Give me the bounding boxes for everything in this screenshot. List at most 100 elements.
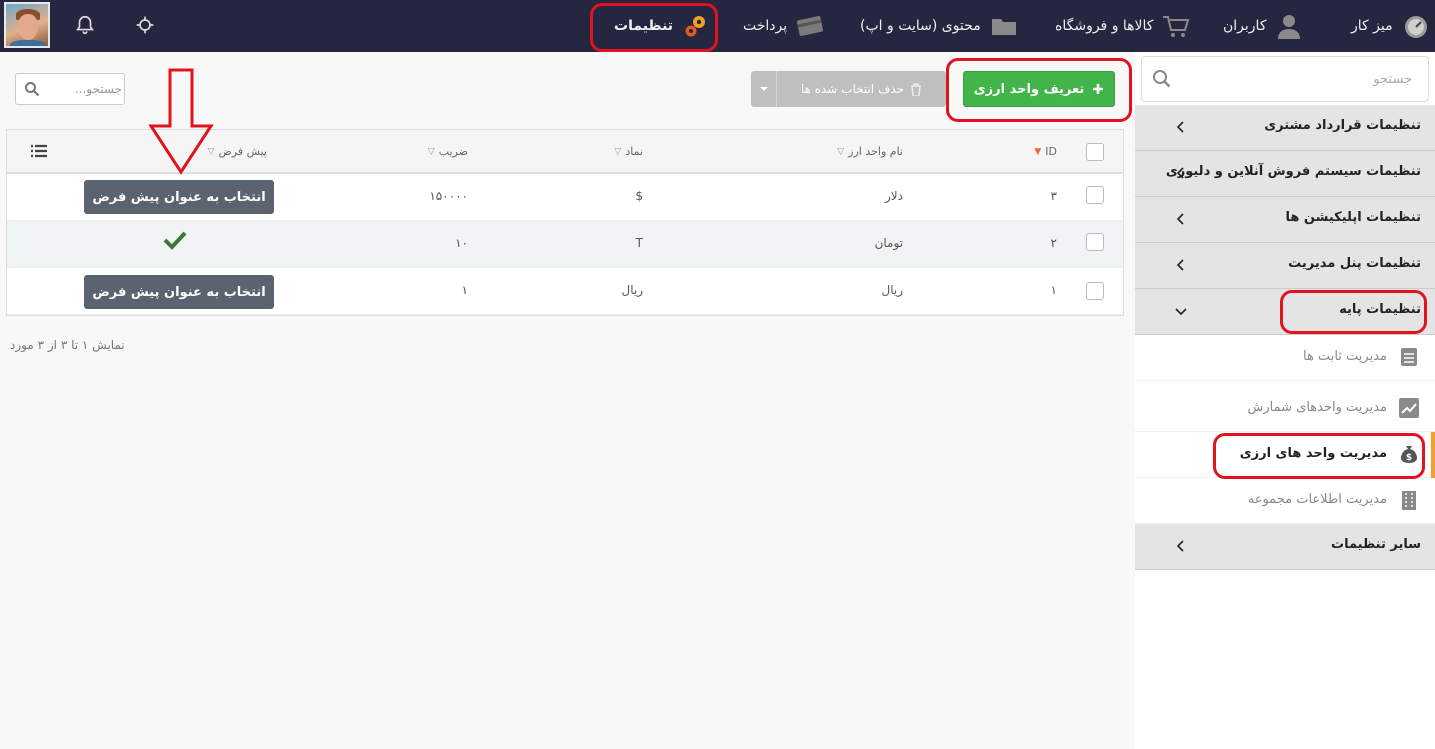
sidebar-item-label: مدیریت اطلاعات مجموعه <box>1247 492 1387 507</box>
nav-label: محتوی (سایت و اپ) <box>860 18 981 34</box>
table-search <box>15 73 125 105</box>
avatar-face <box>18 14 38 40</box>
cell-symbol: T <box>635 236 643 250</box>
sidebar-group-label: تنظیمات پنل مدیریت <box>1288 256 1421 271</box>
col-header-label: پیش فرض <box>218 145 267 158</box>
row-checkbox[interactable] <box>1086 186 1104 204</box>
sidebar-item-label: مدیریت ثابت ها <box>1302 349 1387 364</box>
caret-down-icon <box>759 87 768 91</box>
column-list-icon[interactable] <box>31 144 47 158</box>
building-icon <box>1402 491 1416 510</box>
chevron-down-icon <box>1175 308 1187 316</box>
cell-factor: ۱ <box>461 283 468 297</box>
chart-line-icon <box>1399 398 1419 418</box>
table-search-input[interactable] <box>46 74 122 104</box>
col-header-label: نام واحد ارز <box>848 145 903 158</box>
highlight-box <box>1280 290 1427 334</box>
row-checkbox[interactable] <box>1086 282 1104 300</box>
nav-label: پرداخت <box>743 18 788 34</box>
sort-icon: ▽ <box>614 146 622 157</box>
table-row[interactable]: ۳ دلار $ ۱۵۰۰۰۰ انتخاب به عنوان پیش فرض <box>7 174 1123 221</box>
table-row[interactable]: ۲ تومان T ۱۰ <box>7 221 1123 268</box>
highlight-box <box>946 58 1132 122</box>
default-check-icon <box>163 231 187 250</box>
crosshair-icon[interactable] <box>131 11 159 39</box>
col-header-name[interactable]: نام واحد ارز ▽ <box>837 145 903 158</box>
delete-selected-label: حذف انتخاب شده ها <box>800 82 905 96</box>
sidebar-group-applications[interactable]: تنظیمات اپلیکیشن ها <box>1135 197 1435 243</box>
cell-id: ۳ <box>1050 189 1057 203</box>
cell-name: ریال <box>881 283 903 297</box>
sidebar-item-constants[interactable]: مدیریت ثابت ها <box>1135 335 1435 381</box>
sidebar-group-label: تنظیمات قرارداد مشتری <box>1264 118 1421 133</box>
col-header-id[interactable]: ID ▼ <box>1034 145 1057 158</box>
nav-label: میز کار <box>1351 18 1393 34</box>
sidebar-group-label: تنظیمات اپلیکیشن ها <box>1285 210 1421 225</box>
col-header-label: ID <box>1045 145 1057 158</box>
chevron-left-icon <box>1176 213 1184 225</box>
select-all-checkbox[interactable] <box>1086 143 1104 161</box>
highlight-box <box>1213 433 1425 479</box>
sidebar-group-other-settings[interactable]: سایر تنظیمات <box>1135 524 1435 570</box>
sort-desc-icon: ▼ <box>1034 146 1042 157</box>
cell-symbol: $ <box>635 189 643 203</box>
cell-name: تومان <box>874 236 903 250</box>
sidebar-group-customer-contract[interactable]: تنظیمات قرارداد مشتری <box>1135 105 1435 151</box>
sidebar-group-label: تنظیمات سیستم فروش آنلاین و دلیوری <box>1165 164 1421 179</box>
sort-icon: ▽ <box>837 146 845 157</box>
trash-icon <box>911 82 922 96</box>
delete-dropdown-toggle[interactable] <box>751 71 777 107</box>
settings-sidebar: تنظیمات قرارداد مشتری تنظیمات سیستم فروش… <box>1135 52 1435 749</box>
cell-id: ۱ <box>1050 283 1057 297</box>
sidebar-group-online-sales[interactable]: تنظیمات سیستم فروش آنلاین و دلیوری <box>1135 151 1435 197</box>
sidebar-search-input[interactable] <box>1176 57 1424 101</box>
nav-label: کاربران <box>1223 18 1267 34</box>
table-info: نمایش ۱ تا ۳ از ۳ مورد <box>10 338 125 352</box>
cell-name: دلار <box>885 189 903 203</box>
cell-factor: ۱۰ <box>455 236 468 250</box>
sidebar-item-organization-info[interactable]: مدیریت اطلاعات مجموعه <box>1135 478 1435 524</box>
avatar-shirt <box>10 40 46 46</box>
nav-item-shop[interactable]: کالاها و فروشگاه <box>1055 0 1191 52</box>
chevron-left-icon <box>1176 121 1184 133</box>
cell-symbol: ریال <box>621 283 643 297</box>
highlight-box <box>590 3 718 52</box>
list-doc-icon <box>1401 348 1417 366</box>
nav-label: کالاها و فروشگاه <box>1055 18 1154 34</box>
notifications-bell-icon[interactable] <box>71 11 99 39</box>
cell-id: ۲ <box>1050 236 1057 250</box>
user-avatar[interactable] <box>4 2 50 48</box>
sidebar-search <box>1141 56 1429 102</box>
delete-selected-button[interactable]: حذف انتخاب شده ها <box>751 71 946 107</box>
nav-item-payment[interactable]: پرداخت <box>743 0 825 52</box>
set-default-button[interactable]: انتخاب به عنوان پیش فرض <box>84 275 274 309</box>
chevron-left-icon <box>1176 259 1184 271</box>
search-icon <box>1153 70 1171 88</box>
delete-selected-main[interactable]: حذف انتخاب شده ها <box>777 82 946 96</box>
col-header-label: نماد <box>625 145 643 158</box>
col-header-default[interactable]: پیش فرض ▽ <box>208 145 267 158</box>
nav-item-dashboard[interactable]: میز کار <box>1351 0 1431 52</box>
sidebar-group-label: سایر تنظیمات <box>1331 537 1421 552</box>
nav-item-users[interactable]: کاربران <box>1223 0 1304 52</box>
cell-factor: ۱۵۰۰۰۰ <box>429 189 468 203</box>
cart-icon <box>1163 16 1190 37</box>
sidebar-group-admin-panel[interactable]: تنظیمات پنل مدیریت <box>1135 243 1435 289</box>
sort-icon: ▽ <box>427 146 435 157</box>
row-checkbox[interactable] <box>1086 233 1104 251</box>
sidebar-item-count-units[interactable]: مدیریت واحدهای شمارش <box>1135 386 1435 432</box>
top-navbar: تنظیمات پرداخت محتوی (سایت و اپ) کالاها … <box>0 0 1435 52</box>
nav-item-content[interactable]: محتوی (سایت و اپ) <box>860 0 1019 52</box>
col-header-factor[interactable]: ضریب ▽ <box>428 145 468 158</box>
set-default-button[interactable]: انتخاب به عنوان پیش فرض <box>84 180 274 214</box>
user-icon <box>1278 15 1301 39</box>
folder-icon <box>991 19 1016 35</box>
sidebar-item-label: مدیریت واحدهای شمارش <box>1247 400 1387 415</box>
table-row[interactable]: ۱ ریال ریال ۱ انتخاب به عنوان پیش فرض <box>7 268 1123 315</box>
chevron-left-icon <box>1176 167 1184 179</box>
annotation-arrow-icon <box>148 68 214 175</box>
dashboard-icon <box>1404 16 1427 38</box>
chevron-left-icon <box>1176 540 1184 552</box>
col-header-symbol[interactable]: نماد ▽ <box>614 145 643 158</box>
credit-card-icon <box>797 16 824 36</box>
